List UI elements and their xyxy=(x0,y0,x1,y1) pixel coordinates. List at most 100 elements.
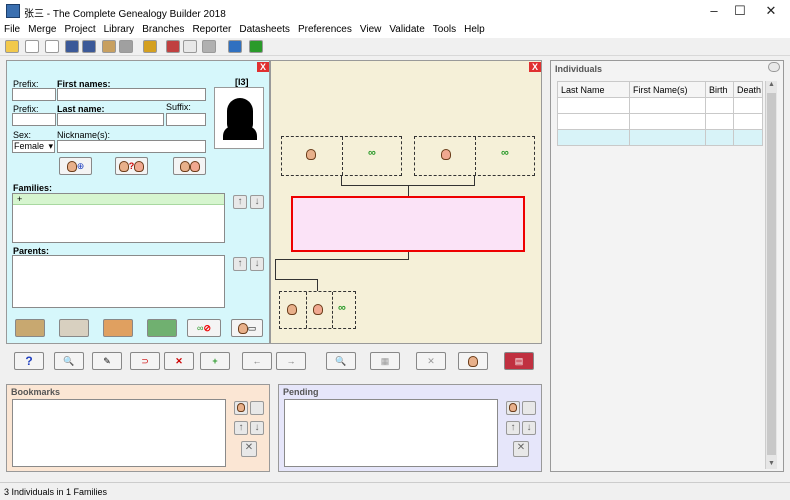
exit-icon[interactable] xyxy=(249,40,263,53)
bookmark-up-icon[interactable]: ↑ xyxy=(234,421,248,435)
col-last-name[interactable]: Last Name xyxy=(557,81,630,98)
menu-help[interactable]: Help xyxy=(460,22,489,38)
menu-project[interactable]: Project xyxy=(60,22,99,38)
mother-couple-box[interactable]: ∞ xyxy=(414,136,535,176)
suffix-input[interactable] xyxy=(166,113,206,126)
help-book-icon[interactable] xyxy=(228,40,242,53)
window-title: 张三 - The Complete Genealogy Builder 2018 xyxy=(24,9,226,20)
notes-button[interactable] xyxy=(15,319,45,337)
first-names-input[interactable] xyxy=(57,88,206,101)
parent-up-icon[interactable]: ↑ xyxy=(233,257,247,271)
parent-down-icon[interactable]: ↓ xyxy=(250,257,264,271)
table-row[interactable] xyxy=(557,97,763,114)
portrait-frame[interactable] xyxy=(214,87,264,149)
last-name-input[interactable] xyxy=(57,113,164,126)
bookmarks-list[interactable] xyxy=(12,399,226,467)
branch-tool-icon[interactable] xyxy=(119,40,133,53)
back-arrow-icon[interactable]: ← xyxy=(242,352,272,370)
scroll-thumb[interactable] xyxy=(767,93,776,455)
child-family-box[interactable]: ∞ xyxy=(279,291,356,329)
save-icon[interactable] xyxy=(65,40,79,53)
pending-remove-icon[interactable]: ✕ xyxy=(513,441,529,457)
bookmark-group-icon[interactable] xyxy=(250,401,264,415)
flag-button[interactable]: ▤ xyxy=(504,352,534,370)
add-person-button[interactable]: + xyxy=(200,352,230,370)
pending-up-icon[interactable]: ↑ xyxy=(506,421,520,435)
col-first-names[interactable]: First Name(s) xyxy=(629,81,706,98)
pending-add-icon[interactable] xyxy=(506,401,520,415)
pending-list[interactable] xyxy=(284,399,498,467)
find-relatives-button[interactable]: 🔍 xyxy=(326,352,356,370)
replace-person-button[interactable]: ⊃ xyxy=(130,352,160,370)
sources-button[interactable] xyxy=(103,319,133,337)
forward-arrow-icon[interactable]: → xyxy=(276,352,306,370)
disabled-delete-button[interactable]: ✕ xyxy=(416,352,446,370)
edit-person-button[interactable]: ✎ xyxy=(92,352,122,370)
search-person-button[interactable]: 🔍 xyxy=(54,352,84,370)
bookmark-add-icon[interactable] xyxy=(234,401,248,415)
nickname-input[interactable] xyxy=(57,140,206,153)
tree-close-icon[interactable]: X xyxy=(529,62,541,72)
close-button[interactable]: ✕ xyxy=(752,0,790,22)
parents-list[interactable] xyxy=(12,255,225,308)
vertical-scrollbar[interactable]: ▲ ▼ xyxy=(765,81,777,469)
family-up-icon[interactable]: ↑ xyxy=(233,195,247,209)
help-button[interactable]: ? xyxy=(14,352,44,370)
prefix2-input[interactable] xyxy=(12,113,56,126)
sex-select[interactable]: Female ▾ xyxy=(12,140,55,153)
save-all-icon[interactable] xyxy=(82,40,96,53)
panel-menu-icon[interactable] xyxy=(768,62,780,72)
pending-group-icon[interactable] xyxy=(522,401,536,415)
menu-merge[interactable]: Merge xyxy=(24,22,60,38)
gedcom-tool-icon[interactable] xyxy=(183,40,197,53)
library-icon[interactable] xyxy=(143,40,157,53)
remove-link-button[interactable]: ∞⊘ xyxy=(187,319,221,337)
child-connector xyxy=(275,259,409,260)
menu-datasheets[interactable]: Datasheets xyxy=(235,22,294,38)
menu-preferences[interactable]: Preferences xyxy=(294,22,356,38)
person-link-button[interactable] xyxy=(458,352,488,370)
new-file-icon[interactable] xyxy=(25,40,39,53)
ged-file-icon[interactable] xyxy=(45,40,59,53)
father-couple-box[interactable]: ∞ xyxy=(281,136,402,176)
scroll-down-icon[interactable]: ▼ xyxy=(768,460,775,467)
col-birth[interactable]: Birth xyxy=(705,81,734,98)
media-button[interactable] xyxy=(147,319,177,337)
app-icon xyxy=(6,4,20,18)
menu-view[interactable]: View xyxy=(356,22,386,38)
flag-icon[interactable] xyxy=(166,40,180,53)
add-spouse-button[interactable]: ⊕ xyxy=(59,157,92,175)
tree-tool-icon[interactable] xyxy=(102,40,116,53)
menu-branches[interactable]: Branches xyxy=(138,22,188,38)
individuals-table[interactable]: Last Name First Name(s) Birth Death xyxy=(557,81,763,146)
menu-library[interactable]: Library xyxy=(100,22,139,38)
link-person-button[interactable] xyxy=(173,157,206,175)
delete-person-button[interactable]: ✕ xyxy=(164,352,194,370)
menu-validate[interactable]: Validate xyxy=(385,22,428,38)
col-death[interactable]: Death xyxy=(733,81,763,98)
bookmark-remove-icon[interactable]: ✕ xyxy=(241,441,257,457)
prefix-input[interactable] xyxy=(12,88,56,101)
find-relative-button[interactable]: ? xyxy=(115,157,148,175)
couple-divider xyxy=(332,292,333,328)
menu-reporter[interactable]: Reporter xyxy=(188,22,235,38)
events-button[interactable] xyxy=(59,319,89,337)
person-card-button[interactable]: ▭ xyxy=(231,319,263,337)
selected-person-box[interactable] xyxy=(291,196,525,252)
bookmark-down-icon[interactable]: ↓ xyxy=(250,421,264,435)
menu-file[interactable]: File xyxy=(0,22,24,38)
validate-tool-icon[interactable] xyxy=(202,40,216,53)
disabled-action-button[interactable]: ▦ xyxy=(370,352,400,370)
sex-value: Female xyxy=(14,141,45,151)
family-down-icon[interactable]: ↓ xyxy=(250,195,264,209)
editor-close-icon[interactable]: X xyxy=(257,62,269,72)
menu-tools[interactable]: Tools xyxy=(429,22,460,38)
families-list[interactable]: + xyxy=(12,193,225,243)
families-item[interactable]: + xyxy=(13,194,224,205)
pending-title: Pending xyxy=(283,387,319,397)
scroll-up-icon[interactable]: ▲ xyxy=(766,81,777,88)
pending-down-icon[interactable]: ↓ xyxy=(522,421,536,435)
open-folder-icon[interactable] xyxy=(5,40,19,53)
table-row[interactable] xyxy=(557,129,763,146)
table-row[interactable] xyxy=(557,113,763,130)
